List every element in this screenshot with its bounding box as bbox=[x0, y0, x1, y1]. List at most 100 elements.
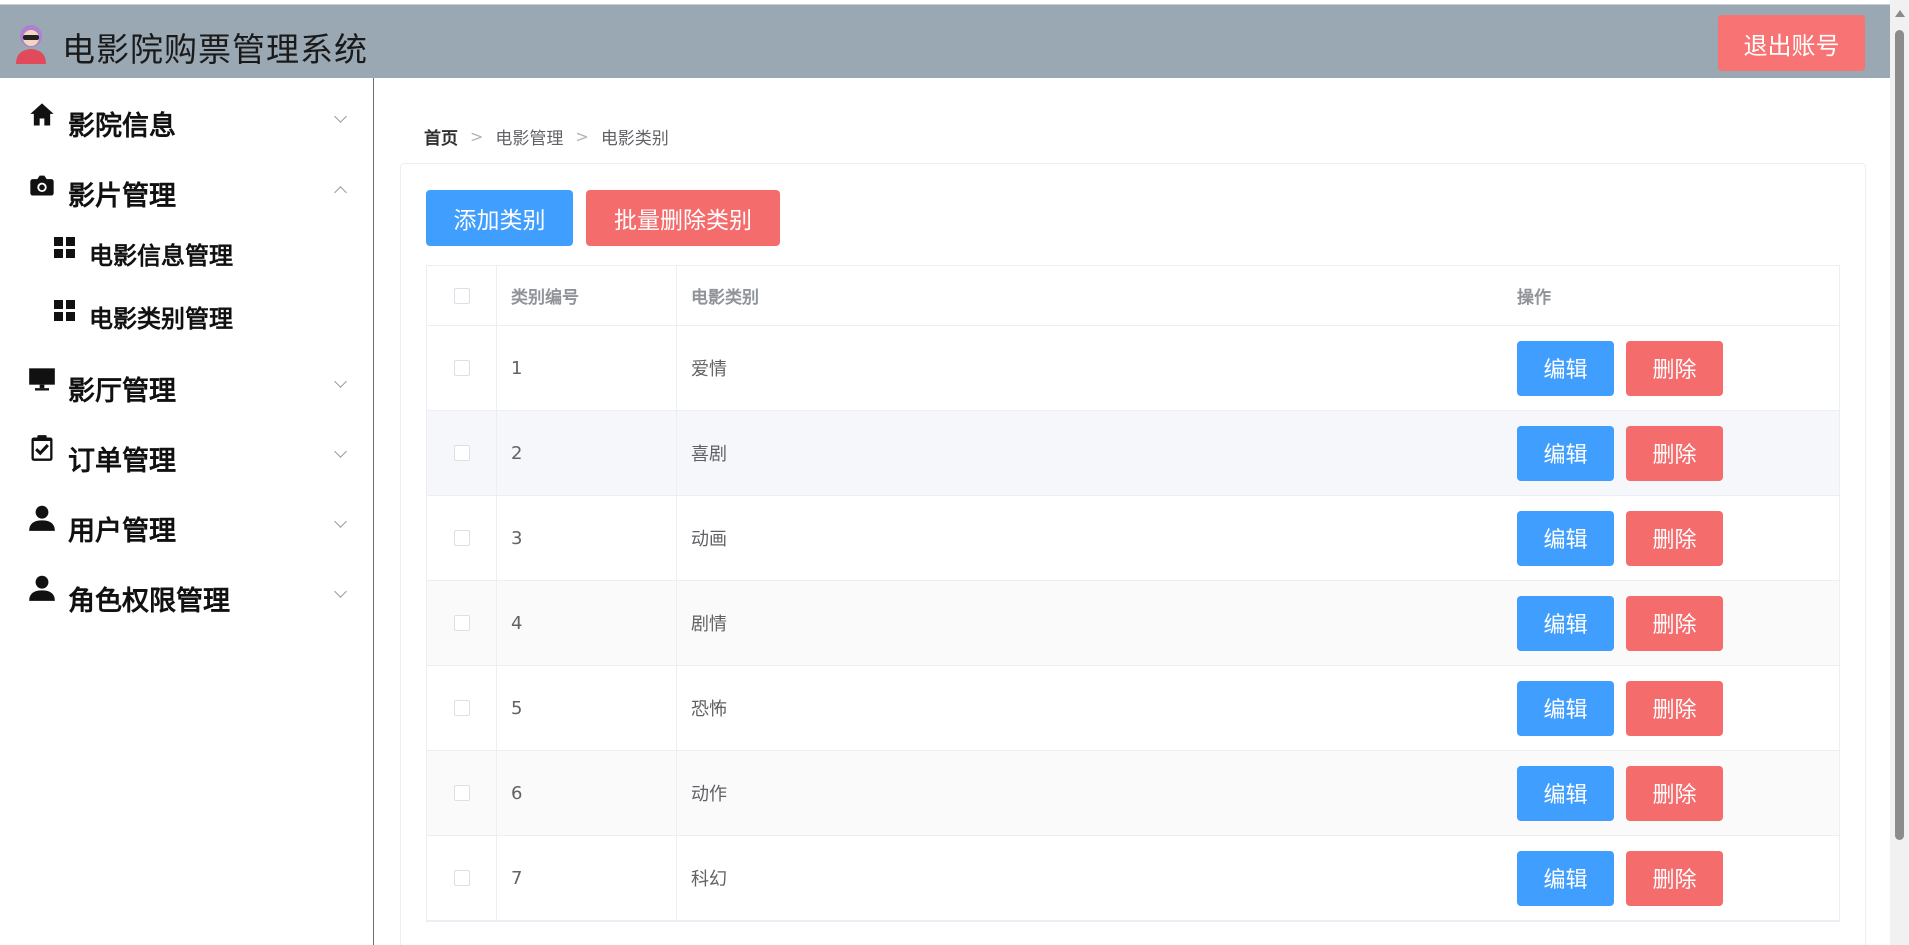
breadcrumb-home[interactable]: 首页 bbox=[424, 124, 458, 149]
scroll-up-arrow-icon[interactable] bbox=[1895, 10, 1905, 17]
page-scrollbar[interactable] bbox=[1890, 0, 1909, 945]
row-checkbox[interactable] bbox=[453, 785, 470, 801]
header-ops-cell: 操作 bbox=[1517, 266, 1837, 325]
sidebar-item-role-permission[interactable]: 角色权限管理 bbox=[0, 565, 373, 625]
chevron-right-icon: > bbox=[470, 127, 484, 146]
sidebar-item-film-management[interactable]: 影片管理 bbox=[0, 160, 373, 220]
sidebar: 影院信息 影片管理 电影信息管理 电影类别管理 影厅管理 订单管理 用户管理 角… bbox=[0, 78, 374, 945]
chevron-down-icon bbox=[334, 585, 347, 598]
edit-button[interactable]: 编辑 bbox=[1517, 510, 1614, 566]
sidebar-item-label: 用户管理 bbox=[68, 516, 176, 547]
scroll-thumb[interactable] bbox=[1895, 30, 1904, 840]
table-row: 7 科幻 编辑 删除 bbox=[427, 836, 1839, 921]
camera-icon bbox=[30, 175, 54, 196]
row-id-cell: 2 bbox=[497, 411, 677, 495]
row-ops-cell: 编辑 删除 bbox=[1517, 581, 1837, 665]
user-icon bbox=[29, 505, 55, 531]
sidebar-item-label: 角色权限管理 bbox=[68, 586, 230, 617]
select-all-checkbox[interactable] bbox=[453, 287, 470, 304]
sidebar-item-cinema-info[interactable]: 影院信息 bbox=[0, 90, 373, 150]
edit-button[interactable]: 编辑 bbox=[1517, 850, 1614, 906]
edit-button[interactable]: 编辑 bbox=[1517, 340, 1614, 396]
category-name: 科幻 bbox=[691, 869, 727, 890]
top-header: 电影院购票管理系统 退出账号 bbox=[0, 4, 1890, 78]
row-checkbox[interactable] bbox=[453, 360, 470, 376]
delete-button[interactable]: 删除 bbox=[1626, 595, 1723, 651]
sidebar-item-order-management[interactable]: 订单管理 bbox=[0, 425, 373, 485]
row-id-cell: 3 bbox=[497, 496, 677, 580]
header-type-cell: 电影类别 bbox=[677, 266, 1507, 325]
row-ops-cell: 编辑 删除 bbox=[1517, 496, 1837, 580]
delete-button[interactable]: 删除 bbox=[1626, 425, 1723, 481]
sidebar-item-user-management[interactable]: 用户管理 bbox=[0, 495, 373, 555]
grid-icon bbox=[54, 237, 75, 258]
table-body: 1 爱情 编辑 删除 2 喜剧 编辑 删除 3 动画 编辑 删除 4 剧情 编辑 删除 5 恐怖 编辑 删除 6 动作 编辑… bbox=[427, 326, 1839, 921]
grid-icon bbox=[54, 300, 75, 321]
edit-button[interactable]: 编辑 bbox=[1517, 425, 1614, 481]
category-id: 6 bbox=[511, 782, 523, 804]
row-type-cell: 喜剧 bbox=[677, 411, 1507, 495]
sidebar-item-hall-management[interactable]: 影厅管理 bbox=[0, 355, 373, 415]
chevron-down-icon bbox=[334, 515, 347, 528]
sidebar-subitem-film-info[interactable]: 电影信息管理 bbox=[0, 222, 373, 278]
row-ops-cell: 编辑 删除 bbox=[1517, 666, 1837, 750]
column-header-id: 类别编号 bbox=[511, 288, 579, 308]
category-table: 类别编号 电影类别 操作 1 爱情 编辑 删除 2 喜剧 编辑 删除 3 动画 编辑 删除 4 剧情 编辑删… bbox=[426, 265, 1840, 922]
delete-button[interactable]: 删除 bbox=[1626, 340, 1723, 396]
logout-button[interactable]: 退出账号 bbox=[1718, 15, 1865, 71]
delete-button[interactable]: 删除 bbox=[1626, 680, 1723, 736]
row-type-cell: 动画 bbox=[677, 496, 1507, 580]
category-name: 恐怖 bbox=[691, 699, 727, 720]
row-checkbox[interactable] bbox=[453, 615, 470, 631]
row-ops-cell: 编辑 删除 bbox=[1517, 751, 1837, 835]
batch-delete-button[interactable]: 批量删除类别 bbox=[586, 190, 780, 246]
sidebar-item-label: 订单管理 bbox=[68, 446, 176, 477]
row-checkbox[interactable] bbox=[453, 445, 470, 461]
delete-button[interactable]: 删除 bbox=[1626, 765, 1723, 821]
row-id-cell: 7 bbox=[497, 836, 677, 920]
header-id-cell: 类别编号 bbox=[497, 266, 677, 325]
category-id: 3 bbox=[511, 527, 523, 549]
category-name: 爱情 bbox=[691, 359, 727, 380]
edit-button[interactable]: 编辑 bbox=[1517, 680, 1614, 736]
column-header-ops: 操作 bbox=[1517, 288, 1551, 308]
table-row: 6 动作 编辑 删除 bbox=[427, 751, 1839, 836]
sidebar-subitem-film-category[interactable]: 电影类别管理 bbox=[0, 285, 373, 341]
row-checkbox[interactable] bbox=[453, 530, 470, 546]
category-id: 4 bbox=[511, 612, 523, 634]
table-row: 1 爱情 编辑 删除 bbox=[427, 326, 1839, 411]
row-checkbox[interactable] bbox=[453, 870, 470, 886]
category-id: 5 bbox=[511, 697, 523, 719]
row-id-cell: 6 bbox=[497, 751, 677, 835]
row-checkbox[interactable] bbox=[453, 700, 470, 716]
delete-button[interactable]: 删除 bbox=[1626, 510, 1723, 566]
row-check-cell bbox=[427, 666, 497, 750]
add-category-button[interactable]: 添加类别 bbox=[426, 190, 573, 246]
row-check-cell bbox=[427, 411, 497, 495]
breadcrumb: 首页 > 电影管理 > 电影类别 bbox=[424, 124, 669, 149]
edit-button[interactable]: 编辑 bbox=[1517, 595, 1614, 651]
logo-icon bbox=[16, 25, 46, 64]
chevron-down-icon bbox=[334, 110, 347, 123]
delete-button[interactable]: 删除 bbox=[1626, 850, 1723, 906]
breadcrumb-film-management: 电影管理 bbox=[495, 129, 564, 149]
edit-button[interactable]: 编辑 bbox=[1517, 765, 1614, 821]
row-id-cell: 1 bbox=[497, 326, 677, 410]
table-row: 5 恐怖 编辑 删除 bbox=[427, 666, 1839, 751]
category-name: 剧情 bbox=[691, 614, 727, 635]
row-type-cell: 恐怖 bbox=[677, 666, 1507, 750]
home-icon bbox=[30, 103, 54, 126]
table-header-row: 类别编号 电影类别 操作 bbox=[427, 266, 1839, 326]
row-type-cell: 剧情 bbox=[677, 581, 1507, 665]
header-check-cell bbox=[427, 266, 497, 325]
breadcrumb-film-category: 电影类别 bbox=[600, 129, 669, 149]
sidebar-item-label: 影厅管理 bbox=[68, 376, 176, 407]
row-check-cell bbox=[427, 496, 497, 580]
user-icon bbox=[29, 575, 55, 601]
chevron-right-icon: > bbox=[575, 127, 589, 146]
monitor-icon bbox=[29, 368, 55, 391]
app-title: 电影院购票管理系统 bbox=[62, 30, 368, 69]
chevron-down-icon bbox=[334, 445, 347, 458]
row-check-cell bbox=[427, 581, 497, 665]
chevron-up-icon bbox=[334, 186, 347, 199]
